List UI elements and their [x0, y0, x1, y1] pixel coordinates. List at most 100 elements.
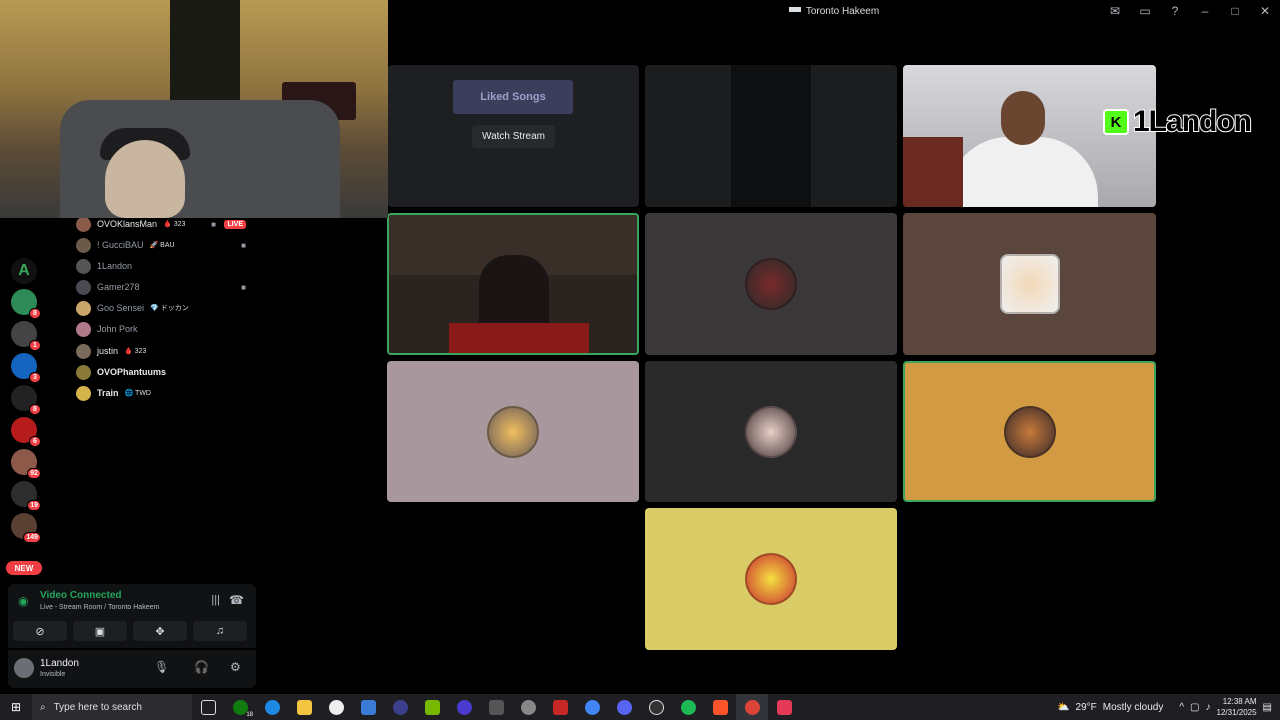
- edge-icon[interactable]: [256, 694, 288, 720]
- avatar: [745, 405, 797, 458]
- screen-share-icon[interactable]: ▭: [1130, 0, 1160, 22]
- camera-icon: ■: [241, 240, 246, 250]
- streamer-webcam-overlay: [0, 0, 388, 218]
- noise-suppression-icon[interactable]: |||: [211, 594, 220, 606]
- streamer-name-overlay: K 1Landon: [1103, 104, 1253, 140]
- server-icon[interactable]: 19: [11, 481, 41, 511]
- search-icon: ⌕: [40, 701, 46, 713]
- server-icon[interactable]: 1: [11, 321, 41, 351]
- voice-connection-panel: ◉ Video Connected Live - Stream Room / T…: [8, 584, 256, 648]
- signal-icon[interactable]: ◉: [18, 594, 28, 608]
- server-icon[interactable]: 8: [11, 289, 41, 319]
- watch-stream-button[interactable]: Watch Stream: [472, 124, 555, 148]
- app-pink-icon[interactable]: [768, 694, 800, 720]
- store-icon[interactable]: [352, 694, 384, 720]
- voice-member-list: OVOKlansMan 🩸 323 ■ LIVE ! GucciBAU 🚀 BA…: [48, 216, 262, 584]
- app-red-icon[interactable]: [544, 694, 576, 720]
- app-icon[interactable]: [384, 694, 416, 720]
- media-player-icon[interactable]: [448, 694, 480, 720]
- chrome-icon[interactable]: [576, 694, 608, 720]
- server-icon[interactable]: 3: [11, 353, 41, 383]
- avatar: [76, 300, 91, 316]
- kick-logo-icon: K: [1103, 109, 1129, 135]
- avatar-tile[interactable]: [387, 361, 639, 502]
- screen-share-icon: ▣: [94, 625, 106, 638]
- voice-member[interactable]: justin 🩸 323: [76, 342, 256, 360]
- server-icon[interactable]: 8: [11, 385, 41, 415]
- voice-member[interactable]: Gamer278 ■: [76, 278, 256, 296]
- close-button[interactable]: ✕: [1250, 0, 1280, 22]
- voice-channel-path: Live - Stream Room / Toronto Hakeem: [40, 604, 160, 611]
- voice-member[interactable]: OVOPhantuums: [76, 363, 256, 381]
- discord-icon[interactable]: [608, 694, 640, 720]
- obs-icon[interactable]: [320, 694, 352, 720]
- new-unreads-pill[interactable]: NEW: [6, 561, 42, 575]
- file-explorer-icon[interactable]: [288, 694, 320, 720]
- avatar-tile-speaking[interactable]: [903, 361, 1156, 502]
- avatar: [999, 254, 1060, 314]
- server-icon[interactable]: 149: [11, 513, 41, 543]
- headphones-icon[interactable]: 🎧: [194, 660, 209, 674]
- disconnect-icon[interactable]: ☎: [229, 593, 244, 607]
- avatar: [76, 364, 91, 380]
- server-icon[interactable]: 92: [11, 449, 41, 479]
- camera-icon: ■: [211, 219, 216, 229]
- screen-share-button[interactable]: ▣: [73, 621, 127, 641]
- notification-icon[interactable]: ▤: [1263, 702, 1272, 713]
- maximize-button[interactable]: □: [1220, 0, 1250, 22]
- voice-member[interactable]: John Pork: [76, 320, 256, 338]
- app-icon[interactable]: [640, 694, 672, 720]
- avatar-tile[interactable]: [645, 361, 897, 502]
- server-icon[interactable]: A: [11, 258, 37, 284]
- voice-member[interactable]: ! GucciBAU 🚀 BAU ■: [76, 236, 256, 254]
- avatar: [745, 258, 797, 310]
- voice-member[interactable]: Goo Sensei 💎 ドッカン: [76, 299, 256, 317]
- nvidia-icon[interactable]: [416, 694, 448, 720]
- user-name[interactable]: 1Landon: [40, 658, 79, 669]
- task-view-icon[interactable]: [192, 694, 224, 720]
- brave-icon[interactable]: [704, 694, 736, 720]
- taskbar-search[interactable]: ⌕ Type here to search: [32, 694, 192, 720]
- stream-preview-text: Liked Songs: [453, 80, 573, 114]
- minimize-button[interactable]: –: [1190, 0, 1220, 22]
- avatar: [1003, 405, 1056, 458]
- video-tile-speaking[interactable]: [387, 213, 639, 355]
- avatar-tile[interactable]: [645, 508, 897, 650]
- avatar: [76, 343, 91, 359]
- network-icon[interactable]: ▢: [1190, 702, 1199, 713]
- chrome-active-icon[interactable]: [736, 694, 768, 720]
- inbox-icon[interactable]: ✉: [1100, 0, 1130, 22]
- avatar: [745, 553, 797, 605]
- settings-gear-icon[interactable]: ⚙: [230, 660, 241, 674]
- system-tray: ⛅ 29°F Mostly cloudy ^ ▢ ♪ 12:38 AM 12/3…: [1057, 696, 1272, 718]
- help-icon[interactable]: ?: [1160, 0, 1190, 22]
- clock[interactable]: 12:38 AM 12/31/2025: [1217, 696, 1257, 718]
- settings-icon[interactable]: [512, 694, 544, 720]
- microphone-icon[interactable]: 🎙: [154, 660, 169, 674]
- camera-icon: ■: [241, 282, 246, 292]
- soundboard-icon: ♫: [215, 625, 225, 637]
- weather-icon[interactable]: ⛅: [1057, 702, 1069, 713]
- camera-toggle-button[interactable]: ⊘: [13, 621, 67, 641]
- voice-member[interactable]: 1Landon: [76, 257, 256, 275]
- xbox-icon[interactable]: 18: [224, 694, 256, 720]
- spotify-icon[interactable]: [672, 694, 704, 720]
- server-rail: A 8 1 3 8 6 92 19 149: [0, 218, 48, 584]
- calculator-icon[interactable]: [480, 694, 512, 720]
- avatar-tile[interactable]: [645, 213, 897, 355]
- voice-member[interactable]: Train 🌐 TWD: [76, 384, 256, 402]
- avatar-tile[interactable]: [903, 213, 1156, 355]
- voice-status[interactable]: Video Connected: [40, 590, 122, 601]
- chevron-up-icon[interactable]: ^: [1179, 702, 1184, 713]
- windows-start-icon[interactable]: ⊞: [0, 694, 32, 720]
- soundboard-button[interactable]: ♫: [193, 621, 247, 641]
- server-icon[interactable]: 6: [11, 417, 41, 447]
- activities-button[interactable]: ✥: [133, 621, 187, 641]
- speaker-icon: [788, 5, 801, 17]
- discord-window: Toronto Hakeem ✉ ▭ ? – □ ✕ A 8 1 3 8 6 9…: [0, 0, 1280, 720]
- stream-preview-tile[interactable]: Liked Songs Watch Stream: [388, 65, 639, 207]
- volume-icon[interactable]: ♪: [1206, 702, 1211, 713]
- user-status: Invisible: [40, 671, 66, 678]
- avatar[interactable]: [14, 658, 34, 678]
- video-tile[interactable]: [645, 65, 897, 207]
